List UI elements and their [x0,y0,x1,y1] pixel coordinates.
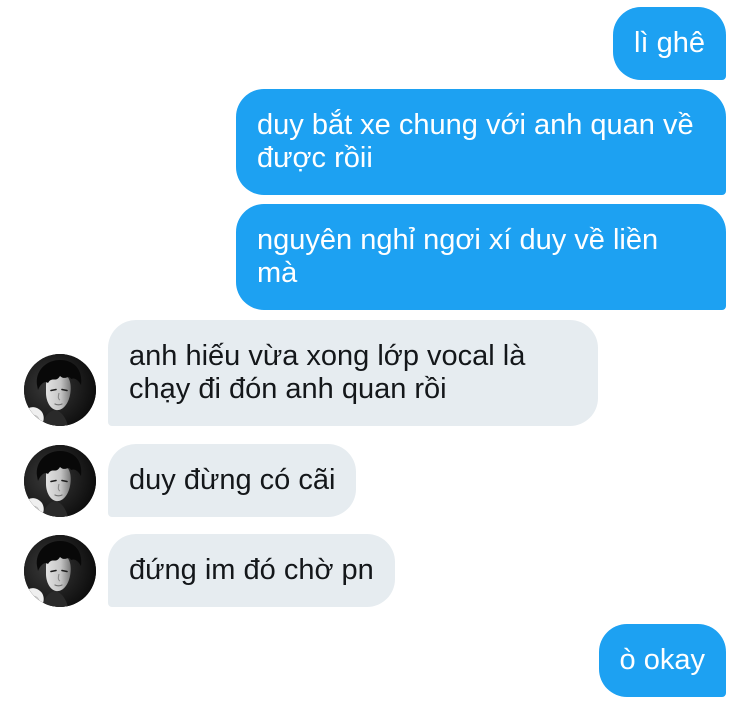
avatar[interactable] [24,445,96,517]
conversation-view: lì ghê duy bắt xe chung với anh quan về … [0,0,750,701]
message-text: nguyên nghỉ ngơi xí duy về liền mà [257,224,659,289]
message-bubble-sent[interactable]: ò okay [598,624,726,697]
avatar-photo [24,535,96,607]
avatar[interactable] [24,535,96,607]
message-text: đứng im đó chờ pn [129,554,374,586]
message-bubble-sent[interactable]: duy bắt xe chung với anh quan về được rồ… [236,89,726,195]
message-text: duy bắt xe chung với anh quan về được rồ… [257,109,694,174]
message-text: duy đừng có cãi [129,464,336,496]
message-bubble-sent[interactable]: nguyên nghỉ ngơi xí duy về liền mà [236,204,726,310]
message-row: duy bắt xe chung với anh quan về được rồ… [0,89,750,195]
message-row: nguyên nghỉ ngơi xí duy về liền mà [0,204,750,310]
message-text: lì ghê [634,27,705,59]
message-bubble-received[interactable]: đứng im đó chờ pn [108,534,395,607]
message-text: ò okay [619,644,705,676]
message-bubble-received[interactable]: anh hiếu vừa xong lớp vocal là chạy đi đ… [108,320,598,426]
message-bubble-received[interactable]: duy đừng có cãi [108,444,357,517]
avatar[interactable] [24,354,96,426]
message-text: anh hiếu vừa xong lớp vocal là chạy đi đ… [129,340,526,405]
message-row: ò okay [0,624,750,697]
message-bubble-sent[interactable]: lì ghê [613,7,726,80]
message-row: lì ghê [0,7,750,80]
avatar-photo [24,354,96,426]
message-row: anh hiếu vừa xong lớp vocal là chạy đi đ… [0,320,750,426]
message-row: duy đừng có cãi [0,444,750,517]
avatar-photo [24,445,96,517]
message-row: đứng im đó chờ pn [0,534,750,607]
